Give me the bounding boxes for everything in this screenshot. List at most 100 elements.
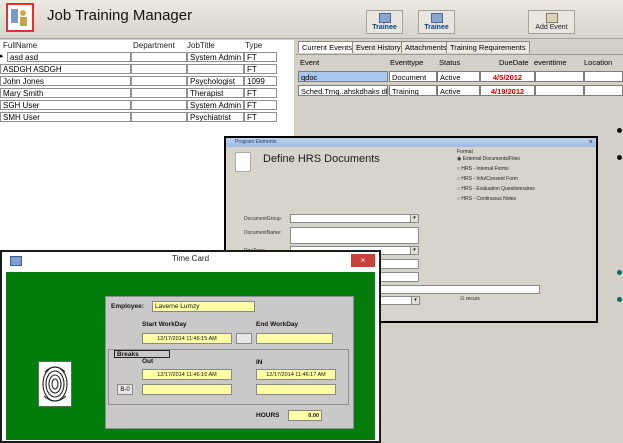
column-header-type[interactable]: Type — [245, 40, 262, 51]
format-option-consent[interactable]: ○ HRS - Info/Consent Form — [457, 176, 518, 182]
cell-department[interactable] — [131, 76, 187, 86]
column-header-eventtype[interactable]: Eventtype — [390, 58, 423, 68]
fingerprint-icon[interactable] — [38, 361, 72, 407]
cell-fullname[interactable]: ASDGH ASDGH — [0, 64, 131, 74]
radio-icon: ○ — [457, 176, 461, 182]
employee-name-field[interactable]: Laverne Lumzy — [152, 301, 255, 312]
bullet-marker — [617, 270, 622, 275]
cell-status[interactable]: Active — [437, 85, 480, 96]
cell-status[interactable]: Active — [437, 71, 480, 82]
cell-location[interactable] — [584, 85, 623, 96]
break-in-field[interactable]: 12/17/2014 11:46:17 AM — [256, 369, 336, 380]
break-out-label: Out — [142, 358, 154, 365]
cell-jobtitle[interactable]: System Admin — [187, 52, 244, 62]
table-row[interactable]: Mary Smith Therapist FT — [0, 88, 294, 99]
cell-eventtype[interactable]: Training — [389, 85, 437, 96]
cell-fullname[interactable]: John Jones — [0, 76, 131, 86]
punch-button[interactable] — [236, 333, 252, 344]
cell-fullname[interactable]: Mary Smith — [0, 88, 131, 98]
cell-eventtime[interactable] — [535, 85, 584, 96]
cell-department[interactable] — [131, 88, 187, 98]
detail-tabs: Current Events Event History Attachments… — [296, 40, 623, 54]
cell-jobtitle[interactable] — [187, 64, 244, 74]
start-workday-field[interactable]: 12/17/2014 11:46:15 AM — [142, 333, 232, 344]
break-code-field[interactable]: B-0 — [117, 384, 133, 395]
format-option-internal[interactable]: ○ HRS - Internal Forms — [457, 166, 509, 172]
format-option-evaluation[interactable]: ○ HRS - Evaluation Questionnaires — [457, 186, 535, 192]
cell-type[interactable]: FT — [244, 100, 277, 110]
time-card-panel: Employee: Laverne Lumzy Start WorkDay En… — [105, 296, 354, 429]
column-header-location[interactable]: Location — [584, 58, 612, 68]
hrs-select[interactable]: ▾ — [380, 296, 420, 305]
document-group-select[interactable]: ▾ — [290, 214, 419, 223]
tab-training-requirements[interactable]: Training Requirements — [446, 41, 530, 53]
close-icon[interactable]: × — [589, 138, 593, 147]
column-header-duedate[interactable]: DueDate — [499, 58, 529, 68]
document-group-label: DocumentGroup: — [244, 216, 283, 222]
cell-department[interactable] — [131, 100, 187, 110]
cell-department[interactable] — [131, 64, 187, 74]
cell-type[interactable]: 1099 — [244, 76, 277, 86]
cell-department[interactable] — [131, 112, 187, 122]
column-header-jobtitle[interactable]: JobTitle — [187, 40, 215, 51]
cell-duedate[interactable]: 4/5/2012 — [480, 71, 535, 82]
dialog-titlebar: Program Elements × — [226, 138, 596, 147]
cell-type[interactable]: FT — [244, 64, 277, 74]
tab-attachments[interactable]: Attachments — [401, 41, 451, 53]
table-row[interactable]: ASDGH ASDGH FT — [0, 64, 294, 75]
break-in-field-2[interactable] — [256, 384, 336, 395]
format-option-external[interactable]: ◉ External Documents/Files — [457, 156, 520, 162]
cell-eventtime[interactable] — [535, 71, 584, 82]
close-button[interactable]: × — [351, 254, 375, 267]
column-header-status[interactable]: Status — [439, 58, 460, 68]
format-option-label: HRS - Internal Forms — [461, 166, 509, 172]
event-row[interactable]: Sched.Trng..ahskdhaks dk Training Active… — [298, 85, 623, 96]
document-name-field[interactable] — [290, 227, 419, 244]
cell-jobtitle[interactable]: Psychiatrist — [187, 112, 244, 122]
tab-current-events[interactable]: Current Events — [298, 41, 357, 53]
hrs-wide-field[interactable] — [380, 285, 540, 294]
dialog-title: Define HRS Documents — [263, 153, 380, 165]
table-row[interactable]: asd asd System Admin FT — [0, 52, 294, 63]
radio-icon: ○ — [457, 186, 461, 192]
add-event-button[interactable]: Add Event — [528, 10, 575, 34]
cell-event[interactable]: Sched.Trng..ahskdhaks dk — [298, 85, 388, 96]
format-option-notes[interactable]: ○ HRS - Continuous Notes — [457, 196, 516, 202]
end-workday-label: End WorkDay — [256, 321, 299, 328]
cell-fullname[interactable]: SGH User — [0, 100, 131, 110]
recurs-checkbox[interactable]: ☑ recurs — [460, 296, 480, 302]
table-row[interactable]: John Jones Psychologist 1099 — [0, 76, 294, 87]
column-header-event[interactable]: Event — [300, 58, 319, 68]
end-workday-field[interactable] — [256, 333, 333, 344]
cell-jobtitle[interactable]: Psychologist — [187, 76, 244, 86]
cell-location[interactable] — [584, 71, 623, 82]
cell-department[interactable] — [131, 52, 187, 62]
cell-event[interactable]: qdoc — [298, 71, 388, 82]
chevron-down-icon: ▾ — [410, 247, 418, 254]
column-header-eventtime[interactable]: eventtime — [534, 58, 567, 68]
trainee-button-2[interactable]: Trainee — [418, 10, 455, 34]
cell-fullname[interactable]: SMH User — [0, 112, 131, 122]
break-out-field-2[interactable] — [142, 384, 232, 395]
cell-fullname[interactable]: asd asd — [7, 52, 131, 62]
document-name-label: DocumentName: — [244, 230, 282, 236]
cell-type[interactable]: FT — [244, 112, 277, 122]
dialog-window-title: Program Elements — [235, 139, 277, 145]
column-header-department[interactable]: Department — [133, 40, 175, 51]
break-out-field[interactable]: 12/17/2014 11:46:16 AM — [142, 369, 232, 380]
event-row[interactable]: qdoc Document Active 4/5/2012 — [298, 71, 623, 82]
cell-eventtype[interactable]: Document — [389, 71, 437, 82]
cell-duedate[interactable]: 4/19/2012 — [480, 85, 535, 96]
breaks-label: Breaks — [114, 350, 170, 358]
table-row[interactable]: SMH User Psychiatrist FT — [0, 112, 294, 123]
trainee-button-label: Trainee — [372, 24, 397, 31]
cell-type[interactable]: FT — [244, 88, 277, 98]
tab-event-history[interactable]: Event History — [352, 41, 405, 53]
employee-label: Employee: — [111, 303, 144, 310]
cell-jobtitle[interactable]: Therapist — [187, 88, 244, 98]
cell-type[interactable]: FT — [244, 52, 277, 62]
column-header-fullname[interactable]: FullName — [3, 40, 37, 51]
table-row[interactable]: SGH User System Admin FT — [0, 100, 294, 111]
trainee-button[interactable]: Trainee — [366, 10, 403, 34]
cell-jobtitle[interactable]: System Admin — [187, 100, 244, 110]
